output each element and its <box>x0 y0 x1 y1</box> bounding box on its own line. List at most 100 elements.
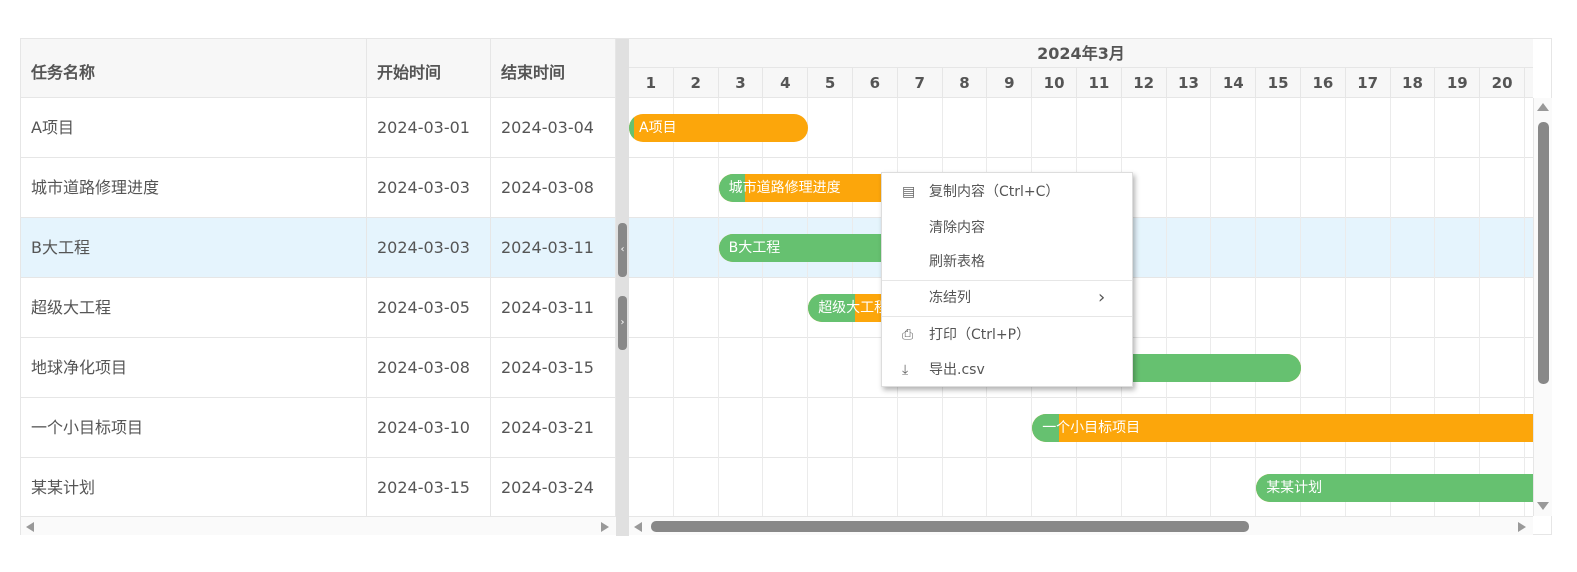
gantt-component: 任务名称 开始时间 结束时间 A项目 2024-03-01 2024-03-04 城市… <box>20 38 1552 536</box>
menu-label: 冻结列 <box>929 290 971 306</box>
menu-label: 打印（Ctrl+P） <box>929 327 1031 343</box>
cell-end[interactable]: 2024-03-21 <box>491 398 616 457</box>
download-icon: ⤓ <box>902 362 909 378</box>
day-label: 14 <box>1211 68 1257 98</box>
task-table: 任务名称 开始时间 结束时间 A项目 2024-03-01 2024-03-04 城市… <box>21 39 616 518</box>
menu-item-copy[interactable]: ▤ 复制内容（Ctrl+C） <box>882 175 1132 209</box>
scroll-up-icon[interactable] <box>1537 103 1549 111</box>
expand-right-button[interactable]: › <box>618 296 627 350</box>
splitter[interactable]: ‹ › <box>616 39 629 536</box>
cell-end[interactable]: 2024-03-04 <box>491 98 616 157</box>
day-label: 16 <box>1301 68 1346 98</box>
copy-icon: ▤ <box>902 184 916 200</box>
task-bar-label: 城市道路修理进度 <box>728 180 841 196</box>
grid-line <box>1210 98 1212 516</box>
cell-end[interactable]: 2024-03-11 <box>491 218 616 277</box>
menu-label: 导出.csv <box>929 362 985 378</box>
grid-line <box>1389 98 1391 516</box>
chevron-right-icon: › <box>1098 287 1106 308</box>
day-label: 20 <box>1480 68 1525 98</box>
day-label: 2 <box>674 68 719 98</box>
table-row[interactable]: A项目 2024-03-01 2024-03-04 <box>21 98 616 158</box>
day-label: 13 <box>1167 68 1212 98</box>
gantt-vertical-scrollbar[interactable] <box>1533 98 1552 516</box>
scroll-right-icon[interactable] <box>1518 522 1526 532</box>
cell-start[interactable]: 2024-03-10 <box>367 398 491 457</box>
cell-start[interactable]: 2024-03-15 <box>367 458 491 517</box>
menu-item-clear[interactable]: 清除内容 <box>882 211 1132 245</box>
cell-start[interactable]: 2024-03-05 <box>367 278 491 337</box>
table-row[interactable]: 城市道路修理进度 2024-03-03 2024-03-08 <box>21 158 616 218</box>
scroll-left-icon[interactable] <box>634 522 642 532</box>
vertical-scroll-thumb[interactable] <box>1538 122 1549 384</box>
cell-start[interactable]: 2024-03-03 <box>367 218 491 277</box>
task-bar[interactable]: A项目 <box>629 114 809 142</box>
task-bar-label: B大工程 <box>728 240 781 256</box>
day-label: 7 <box>898 68 943 98</box>
task-bar-label: 超级大工程 <box>818 300 889 316</box>
scroll-right-icon[interactable] <box>601 522 609 532</box>
menu-item-print[interactable]: ⎙ 打印（Ctrl+P） <box>882 318 1132 352</box>
month-header: 2024年3月 <box>629 39 1533 68</box>
grid-line <box>1344 98 1346 516</box>
grid-line <box>1165 98 1167 516</box>
cell-name[interactable]: 某某计划 <box>21 458 367 517</box>
cell-name[interactable]: 一个小目标项目 <box>21 398 367 457</box>
day-label: 10 <box>1032 68 1077 98</box>
day-label: 9 <box>987 68 1033 98</box>
grid-line <box>1255 98 1257 516</box>
day-label: 18 <box>1391 68 1436 98</box>
cell-name[interactable]: A项目 <box>21 98 367 157</box>
table-row[interactable]: 某某计划 2024-03-15 2024-03-24 <box>21 458 616 518</box>
day-label: 19 <box>1435 68 1481 98</box>
menu-label: 复制内容（Ctrl+C） <box>929 184 1060 200</box>
table-row[interactable]: B大工程 2024-03-03 2024-03-11 <box>21 218 616 278</box>
table-row[interactable]: 超级大工程 2024-03-05 2024-03-11 <box>21 278 616 338</box>
grid-line <box>1479 98 1481 516</box>
cell-end[interactable]: 2024-03-15 <box>491 338 616 397</box>
day-label: 5 <box>808 68 853 98</box>
task-bar-label: 某某计划 <box>1266 480 1323 496</box>
day-header: 123456789101112131415161718192021 <box>629 68 1533 98</box>
horizontal-scroll-thumb[interactable] <box>651 521 1249 532</box>
grid-line <box>672 98 674 516</box>
cell-name[interactable]: B大工程 <box>21 218 367 277</box>
cell-end[interactable]: 2024-03-24 <box>491 458 616 517</box>
cell-end[interactable]: 2024-03-08 <box>491 158 616 217</box>
grid-line <box>1434 98 1436 516</box>
menu-label: 刷新表格 <box>929 254 985 270</box>
grid-line <box>1524 98 1525 516</box>
column-header-start[interactable]: 开始时间 <box>367 39 491 98</box>
day-label: 6 <box>853 68 898 98</box>
column-header-name[interactable]: 任务名称 <box>21 39 367 98</box>
cell-name[interactable]: 超级大工程 <box>21 278 367 337</box>
task-bar[interactable]: 一个小目标项目 <box>1032 414 1533 442</box>
task-bar-label: A项目 <box>639 120 677 136</box>
cell-start[interactable]: 2024-03-08 <box>367 338 491 397</box>
gantt-horizontal-scrollbar[interactable] <box>629 516 1533 535</box>
day-label: 4 <box>763 68 809 98</box>
column-header-end[interactable]: 结束时间 <box>491 39 616 98</box>
table-horizontal-scrollbar[interactable] <box>21 516 616 535</box>
cell-end[interactable]: 2024-03-11 <box>491 278 616 337</box>
menu-item-refresh[interactable]: 刷新表格 <box>882 245 1132 279</box>
day-label: 12 <box>1122 68 1167 98</box>
cell-name[interactable]: 地球净化项目 <box>21 338 367 397</box>
cell-name[interactable]: 城市道路修理进度 <box>21 158 367 217</box>
day-label: 8 <box>943 68 988 98</box>
task-bar[interactable]: 某某计划 <box>1256 474 1533 502</box>
grid-line <box>762 98 764 516</box>
collapse-left-button[interactable]: ‹ <box>618 223 627 277</box>
day-label: 21 <box>1525 68 1533 98</box>
cell-start[interactable]: 2024-03-03 <box>367 158 491 217</box>
scroll-left-icon[interactable] <box>26 522 34 532</box>
cell-start[interactable]: 2024-03-01 <box>367 98 491 157</box>
scroll-down-icon[interactable] <box>1537 502 1549 510</box>
day-label: 11 <box>1077 68 1122 98</box>
menu-item-freeze[interactable]: 冻结列 › <box>882 281 1132 315</box>
table-row[interactable]: 一个小目标项目 2024-03-10 2024-03-21 <box>21 398 616 458</box>
progress-fill <box>629 114 635 142</box>
menu-item-export[interactable]: ⤓ 导出.csv <box>882 353 1132 387</box>
table-row[interactable]: 地球净化项目 2024-03-08 2024-03-15 <box>21 338 616 398</box>
task-bar-label: 一个小目标项目 <box>1042 420 1141 436</box>
